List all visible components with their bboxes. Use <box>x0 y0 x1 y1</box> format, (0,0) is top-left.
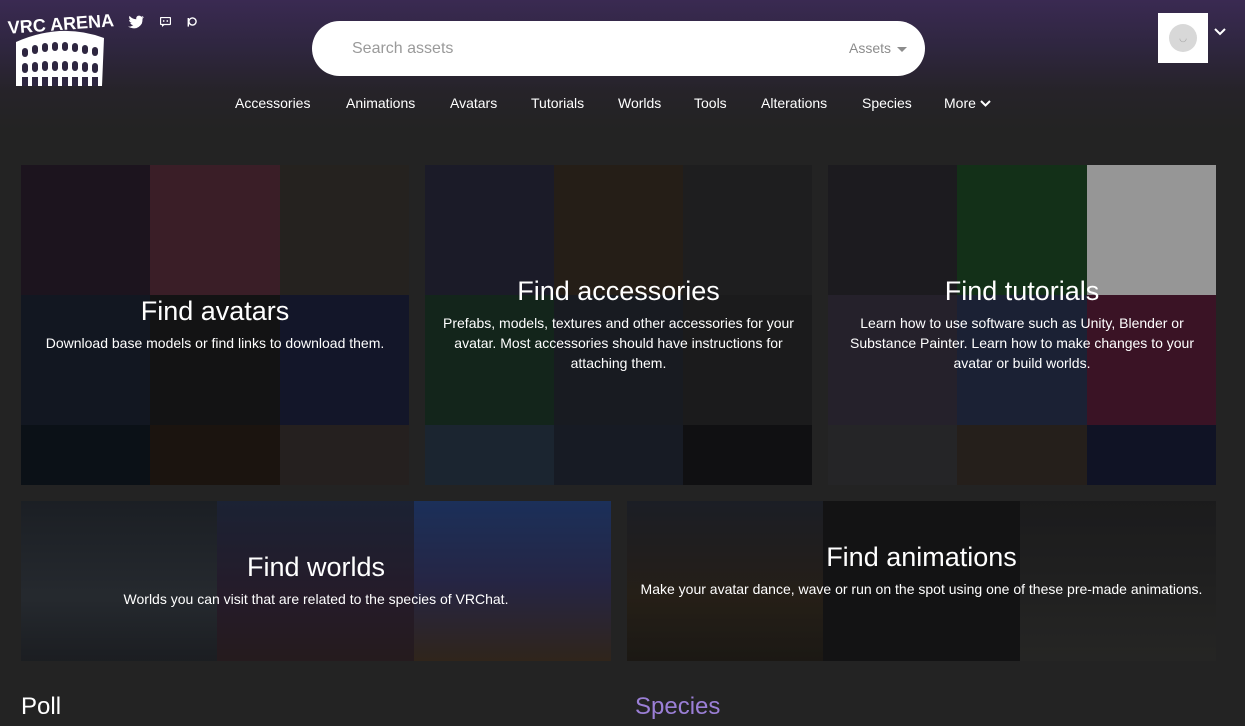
card-title: Find tutorials <box>944 276 1100 306</box>
nav-item-tools[interactable]: Tools <box>694 95 727 111</box>
user-avatar-button[interactable]: ◡ <box>1158 13 1208 63</box>
nav-item-tutorials[interactable]: Tutorials <box>531 95 584 111</box>
card-find-avatars[interactable]: Find avatars Download base models or fin… <box>21 165 409 485</box>
chevron-down-icon <box>980 99 991 107</box>
search-input[interactable] <box>352 35 812 62</box>
card-title: Find animations <box>826 542 1017 572</box>
nav-more-dropdown[interactable]: More <box>944 95 991 111</box>
main-nav: Accessories Animations Avatars Tutorials… <box>0 95 1245 115</box>
card-description: Learn how to use software such as Unity,… <box>850 315 1194 371</box>
site-header: VRC ARENA Search assets Assets ◡ Accesso… <box>0 0 1245 130</box>
card-title: Find worlds <box>246 552 386 582</box>
card-content: Find animations Make your avatar dance, … <box>639 541 1204 599</box>
card-description: Prefabs, models, textures and other acce… <box>443 315 794 371</box>
chevron-down-icon[interactable] <box>1214 28 1226 36</box>
card-description: Make your avatar dance, wave or run on t… <box>640 581 1203 597</box>
card-find-tutorials[interactable]: Find tutorials Learn how to use software… <box>828 165 1216 485</box>
search-scope-dropdown[interactable]: Assets <box>849 40 907 56</box>
nav-item-avatars[interactable]: Avatars <box>450 95 497 111</box>
card-content: Find worlds Worlds you can visit that ar… <box>33 551 599 609</box>
nav-item-species[interactable]: Species <box>862 95 912 111</box>
card-find-accessories[interactable]: Find accessories Prefabs, models, textur… <box>425 165 812 485</box>
search-bar: Assets <box>312 21 925 76</box>
card-content: Find accessories Prefabs, models, textur… <box>437 275 800 373</box>
avatar: ◡ <box>1169 24 1197 52</box>
card-content: Find tutorials Learn how to use software… <box>840 275 1204 373</box>
nav-item-alterations[interactable]: Alterations <box>761 95 827 111</box>
card-description: Download base models or find links to do… <box>45 335 385 351</box>
nav-item-animations[interactable]: Animations <box>346 95 415 111</box>
poll-heading: Poll <box>21 693 62 720</box>
card-title: Find accessories <box>517 276 720 306</box>
patreon-icon[interactable] <box>187 17 197 27</box>
nav-item-worlds[interactable]: Worlds <box>618 95 661 111</box>
card-content: Find avatars Download base models or fin… <box>33 295 397 353</box>
card-find-worlds[interactable]: Find worlds Worlds you can visit that ar… <box>21 501 611 661</box>
species-heading[interactable]: Species <box>635 693 720 721</box>
twitter-icon[interactable] <box>128 15 144 29</box>
card-description: Worlds you can visit that are related to… <box>123 591 509 607</box>
caret-down-icon <box>897 46 907 52</box>
search-scope-label: Assets <box>848 40 891 56</box>
card-title: Find avatars <box>140 296 290 326</box>
vrc-arena-logo[interactable]: VRC ARENA <box>6 8 116 90</box>
discord-icon[interactable] <box>160 17 171 27</box>
card-find-animations[interactable]: Find animations Make your avatar dance, … <box>627 501 1216 661</box>
nav-more-label: More <box>944 95 976 111</box>
nav-item-accessories[interactable]: Accessories <box>235 95 310 111</box>
